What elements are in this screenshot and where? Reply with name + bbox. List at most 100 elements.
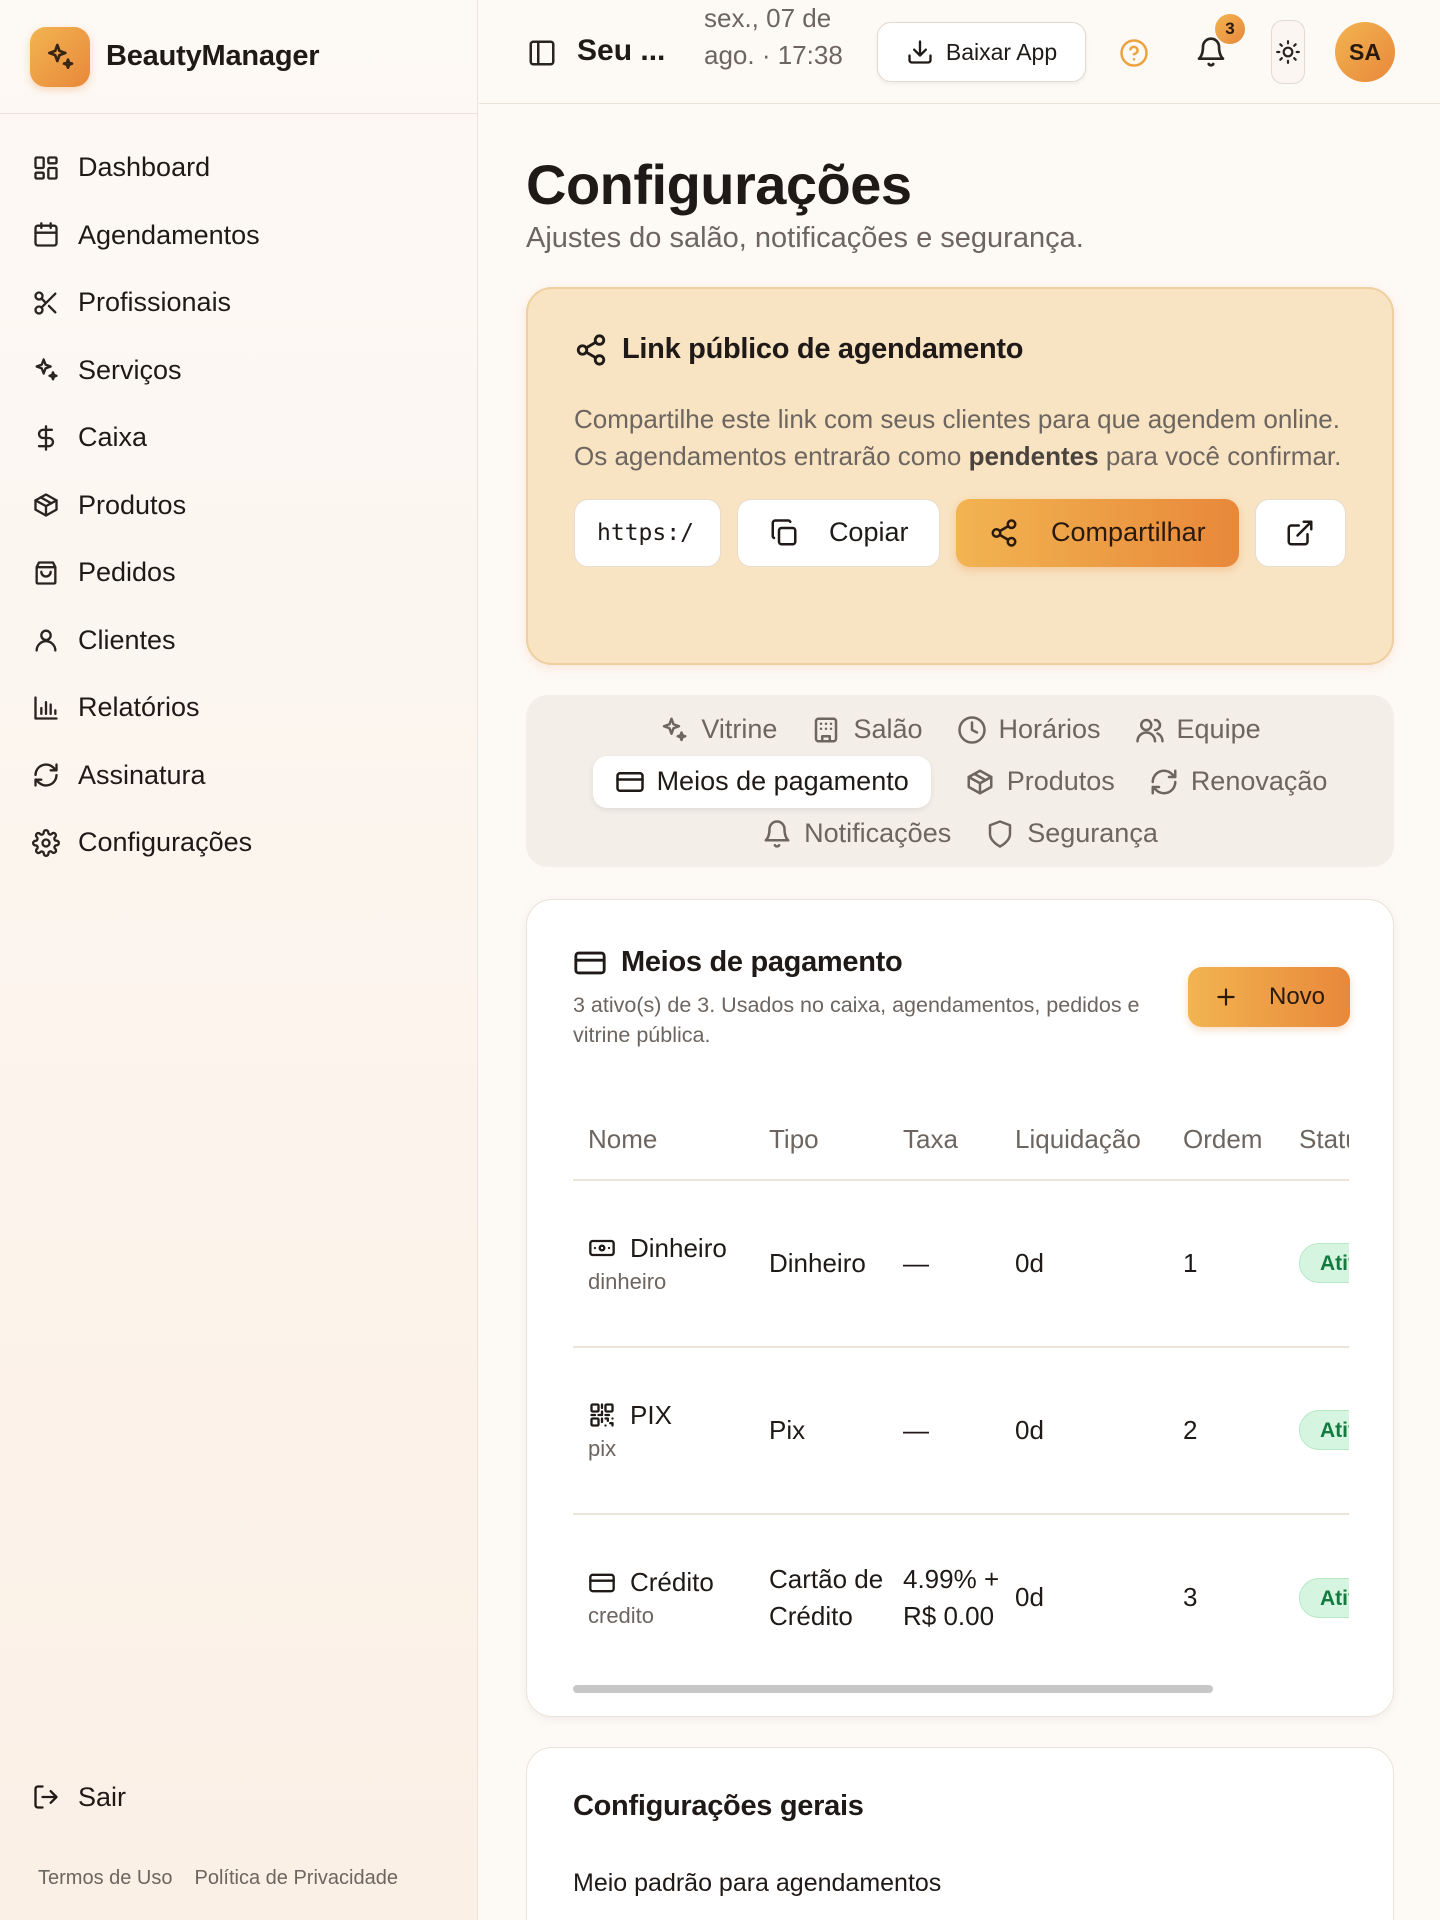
new-payment-method-button[interactable]: Novo xyxy=(1188,966,1350,1027)
tab-label: Vitrine xyxy=(701,714,778,745)
column-header: Status xyxy=(1284,1099,1349,1181)
sidebar: BeautyManager Dashboard Agendamentos Pro… xyxy=(0,0,478,1920)
calendar-icon xyxy=(32,221,60,249)
tab-seguranca[interactable]: Segurança xyxy=(985,808,1158,860)
table-row[interactable]: Crédito credito Cartão de Crédito 4.99% … xyxy=(573,1514,1349,1681)
sidebar-item-label: Configurações xyxy=(78,827,253,858)
credit-card-icon xyxy=(615,767,645,797)
name-cell: Crédito credito xyxy=(573,1514,754,1681)
package-icon xyxy=(965,767,995,797)
sidebar-item-clientes[interactable]: Clientes xyxy=(0,607,477,675)
type-cell: Pix xyxy=(754,1346,888,1515)
tab-salao[interactable]: Salão xyxy=(811,704,923,756)
tab-label: Equipe xyxy=(1176,714,1261,745)
layout-dashboard-icon xyxy=(32,154,60,182)
tab-label: Notificações xyxy=(804,818,952,849)
order-cell: 1 xyxy=(1168,1179,1284,1348)
theme-toggle-button[interactable] xyxy=(1271,20,1305,84)
sidebar-item-agendamentos[interactable]: Agendamentos xyxy=(0,202,477,270)
page-subtitle: Ajustes do salão, notificações e seguran… xyxy=(526,221,1084,254)
status-cell: Ativo xyxy=(1284,1514,1349,1681)
terms-link[interactable]: Termos de Uso xyxy=(38,1867,173,1890)
sidebar-item-label: Produtos xyxy=(78,489,187,520)
building-icon xyxy=(811,715,841,745)
method-name: PIX xyxy=(588,1397,754,1434)
sidebar-toggle-icon[interactable] xyxy=(527,38,557,68)
desc-bold: pendentes xyxy=(968,440,1099,471)
credit-card-icon xyxy=(573,946,607,980)
brand[interactable]: BeautyManager xyxy=(0,0,477,114)
privacy-link[interactable]: Política de Privacidade xyxy=(195,1867,398,1890)
credit-card-icon xyxy=(588,1569,616,1597)
salon-name: Seu ... xyxy=(577,34,666,67)
sparkles-icon xyxy=(32,356,60,384)
sidebar-item-produtos[interactable]: Produtos xyxy=(0,472,477,540)
tab-equipe[interactable]: Equipe xyxy=(1135,704,1261,756)
share-button[interactable]: Compartilhar xyxy=(956,498,1239,567)
payment-methods-title: Meios de pagamento xyxy=(621,946,903,979)
qr-code-icon xyxy=(588,1401,616,1429)
clock-icon xyxy=(957,715,987,745)
sidebar-item-configuracoes[interactable]: Configurações xyxy=(0,809,477,877)
sidebar-item-pedidos[interactable]: Pedidos xyxy=(0,539,477,607)
column-header: Taxa xyxy=(888,1099,1000,1181)
status-cell: Ativo xyxy=(1284,1346,1349,1515)
tab-renovacao[interactable]: Renovação xyxy=(1149,756,1328,808)
column-header: Liquidação xyxy=(1000,1099,1168,1181)
settlement-cell: 0d xyxy=(1000,1179,1168,1348)
sidebar-item-profissionais[interactable]: Profissionais xyxy=(0,269,477,337)
top-header: Seu ... sex., 07 de ago. · 17:38 Baixar … xyxy=(479,0,1440,104)
refresh-icon xyxy=(32,761,60,789)
fee-cell: — xyxy=(888,1346,1000,1515)
tab-label: Segurança xyxy=(1027,818,1158,849)
sidebar-item-label: Dashboard xyxy=(78,152,211,183)
help-icon[interactable] xyxy=(1119,38,1149,68)
payment-methods-description: 3 ativo(s) de 3. Usados no caixa, agenda… xyxy=(573,992,1140,1047)
sidebar-item-servicos[interactable]: Serviços xyxy=(0,337,477,405)
shopping-bag-icon xyxy=(32,559,60,587)
name-cell: PIX pix xyxy=(573,1346,754,1515)
tab-produtos[interactable]: Produtos xyxy=(965,756,1115,808)
default-method-label: Meio padrão para agendamentos xyxy=(573,1868,942,1897)
status-badge: Ativo xyxy=(1299,1410,1349,1451)
user-avatar[interactable]: SA xyxy=(1335,22,1395,82)
sidebar-item-relatorios[interactable]: Relatórios xyxy=(0,674,477,742)
tab-notificacoes[interactable]: Notificações xyxy=(762,808,951,860)
table-horizontal-scrollbar[interactable] xyxy=(573,1684,1213,1693)
sidebar-item-assinatura[interactable]: Assinatura xyxy=(0,742,477,810)
order-cell: 2 xyxy=(1168,1346,1284,1515)
method-slug: credito xyxy=(588,1603,655,1629)
table-row[interactable]: PIX pix Pix — 0d 2 Ativo xyxy=(573,1346,1349,1515)
logout-label: Sair xyxy=(78,1781,127,1812)
public-link-actions: https:/ Copiar Compartilhar xyxy=(574,498,1346,567)
scissors-icon xyxy=(32,289,60,317)
settlement-cell: 0d xyxy=(1000,1346,1168,1515)
tab-horarios[interactable]: Horários xyxy=(957,704,1101,756)
settlement-cell: 0d xyxy=(1015,1582,1044,1613)
open-link-button[interactable] xyxy=(1254,498,1346,567)
sidebar-item-caixa[interactable]: Caixa xyxy=(0,404,477,472)
download-app-button[interactable]: Baixar App xyxy=(877,22,1086,82)
sidebar-item-label: Agendamentos xyxy=(78,219,260,250)
sidebar-item-label: Clientes xyxy=(78,624,176,655)
share-icon xyxy=(574,333,608,367)
fee-cell: — xyxy=(888,1179,1000,1348)
copy-button[interactable]: Copiar xyxy=(737,498,941,567)
sidebar-item-dashboard[interactable]: Dashboard xyxy=(0,134,477,202)
logout-button[interactable]: Sair xyxy=(0,1767,477,1827)
method-name-text: Dinheiro xyxy=(630,1232,727,1263)
tab-label: Renovação xyxy=(1190,766,1328,797)
tab-meios-de-pagamento[interactable]: Meios de pagamento xyxy=(592,755,931,808)
plus-icon xyxy=(1213,984,1239,1010)
public-link-url[interactable]: https:/ xyxy=(574,498,722,567)
tab-row: Notificações Segurança xyxy=(526,808,1394,860)
general-settings-title: Configurações gerais xyxy=(573,1789,864,1822)
fee-cell: 4.99% + R$ 0.00 xyxy=(903,1563,1000,1631)
status-badge: Ativo xyxy=(1299,1577,1349,1618)
payment-methods-table[interactable]: Nome Tipo Taxa Liquidação Ordem Status xyxy=(573,1099,1349,1681)
sidebar-item-label: Serviços xyxy=(78,354,182,385)
table-row[interactable]: Dinheiro dinheiro Dinheiro — 0d 1 Ativo xyxy=(573,1179,1349,1348)
page-title: Configurações xyxy=(526,153,912,216)
tab-vitrine[interactable]: Vitrine xyxy=(659,704,777,756)
share-label: Compartilhar xyxy=(1051,517,1206,548)
